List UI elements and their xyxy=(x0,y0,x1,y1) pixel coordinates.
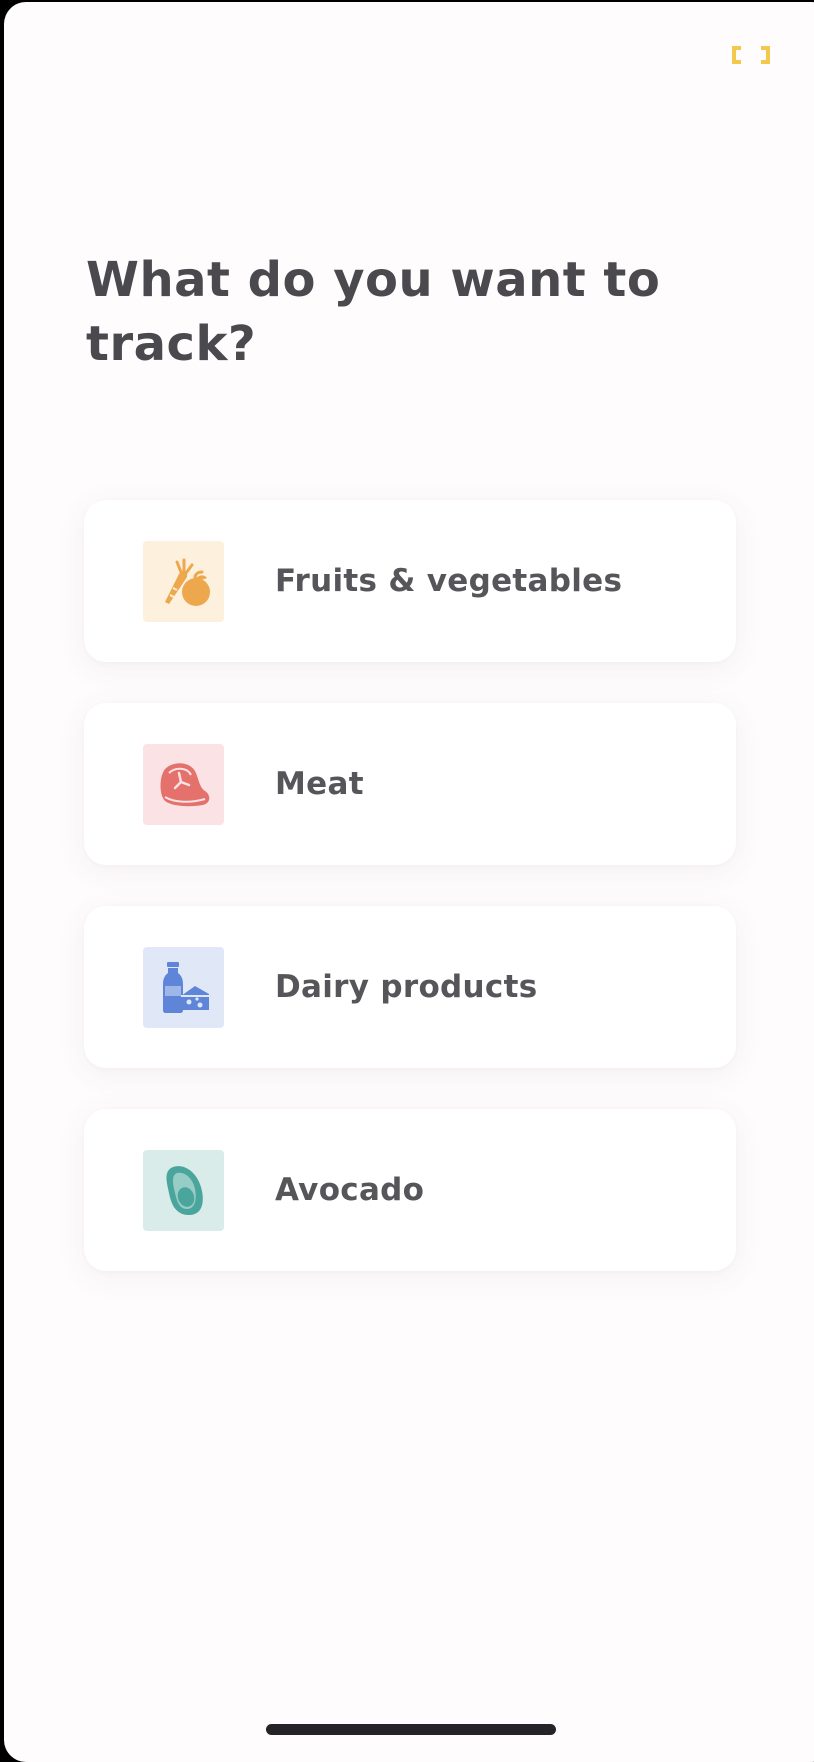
carrot-orange-icon xyxy=(164,558,210,606)
meat-icon-tile xyxy=(143,743,224,825)
fullscreen-bracket-icon xyxy=(732,46,770,64)
steak-icon xyxy=(160,763,209,807)
avocado-icon xyxy=(166,1166,203,1215)
option-label: Dairy products xyxy=(275,969,538,1005)
option-dairy-products[interactable]: Dairy products xyxy=(84,906,736,1068)
option-label: Fruits & vegetables xyxy=(275,563,623,599)
option-label: Avocado xyxy=(275,1172,425,1208)
tracking-options-list: Fruits & vegetables Meat Dairy products … xyxy=(84,500,736,1312)
page-title: What do you want to track? xyxy=(86,252,661,372)
app-screen: What do you want to track? Fruits & vege… xyxy=(4,2,814,1762)
option-fruits-vegetables[interactable]: Fruits & vegetables xyxy=(84,500,736,662)
option-label: Meat xyxy=(275,766,364,802)
fruits-vegetables-icon-tile xyxy=(143,540,224,622)
avocado-icon-tile xyxy=(143,1149,224,1231)
option-avocado[interactable]: Avocado xyxy=(84,1109,736,1271)
option-meat[interactable]: Meat xyxy=(84,703,736,865)
home-indicator[interactable] xyxy=(266,1724,556,1735)
dairy-products-icon-tile xyxy=(143,946,224,1028)
milk-cheese-icon xyxy=(162,962,209,1013)
